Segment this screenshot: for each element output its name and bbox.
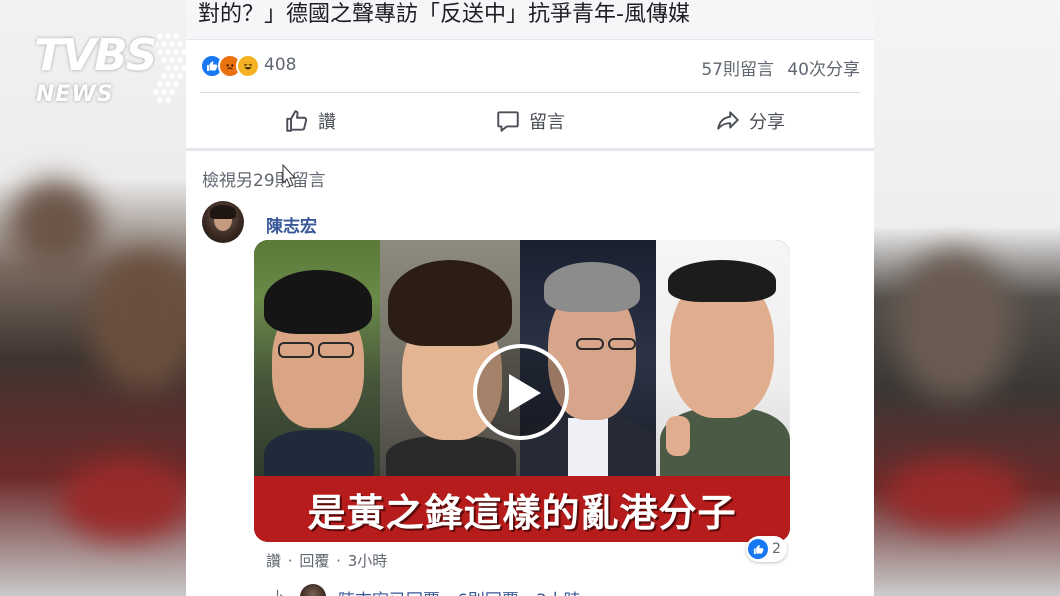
haha-reaction-icon[interactable] (236, 54, 260, 78)
blurred-face (90, 250, 186, 390)
like-icon (748, 539, 768, 559)
blurred-face (10, 180, 100, 270)
post-action-bar: 讚 留言 分享 (200, 94, 860, 148)
facebook-post: 對的？」德國之聲專訪「反送中」抗爭青年-風傳媒 408 57則留言 40次分享 … (186, 0, 874, 596)
view-more-comments-link[interactable]: 檢視另29則留言 (202, 166, 326, 191)
comment-reply-link[interactable]: 回覆 (299, 552, 329, 570)
right-video-background (874, 0, 1060, 596)
mouse-cursor-icon (282, 164, 296, 187)
comment-like-badge[interactable]: 2 (746, 536, 787, 562)
like-button-label: 讚 (318, 112, 336, 133)
play-button[interactable] (473, 344, 569, 440)
video-caption-banner: 是黃之鋒這樣的亂港分子 (254, 476, 790, 542)
share-button-label: 分享 (749, 112, 785, 133)
meta-separator: · (287, 552, 293, 570)
link-preview-title: 對的？」德國之聲專訪「反送中」抗爭青年-風傳媒 (198, 2, 690, 27)
logo-subtitle: NEWS (36, 82, 114, 107)
comment-like-count: 2 (772, 541, 781, 557)
share-arrow-icon (717, 111, 739, 130)
commenter-name[interactable]: 陳志宏 (266, 212, 317, 237)
comments-count[interactable]: 57則留言 (701, 60, 774, 80)
tvbs-logo: TVBS NEWS (32, 30, 188, 110)
video-frame-person-1 (254, 240, 380, 476)
replies-preview-row[interactable]: ↳ 陳志宏已回覆．6則回覆．3小時 (270, 582, 870, 596)
blurred-caption (884, 460, 1024, 530)
comment-bubble-icon (497, 111, 519, 132)
reply-arrow-icon: ↳ (274, 588, 286, 596)
post-stats-row: 408 57則留言 40次分享 (200, 48, 860, 86)
blurred-caption (60, 460, 186, 540)
comment-button[interactable]: 留言 (420, 94, 640, 148)
divider (200, 92, 860, 93)
video-frame-person-4 (656, 240, 790, 476)
comment-video-attachment[interactable]: 是黃之鋒這樣的亂港分子 (254, 240, 790, 542)
comment-timestamp[interactable]: 3小時 (348, 552, 388, 570)
section-separator (186, 148, 874, 151)
like-button[interactable]: 讚 (200, 94, 420, 148)
comment-meta: 讚 · 回覆 · 3小時 (266, 550, 389, 571)
play-icon (509, 374, 541, 412)
blurred-face (894, 250, 1014, 400)
comment-button-label: 留言 (529, 112, 565, 133)
engagement-counts: 57則留言 40次分享 (693, 55, 860, 80)
avatar-hair (210, 205, 236, 219)
replies-preview-text: 陳志宏已回覆．6則回覆．3小時 (338, 586, 581, 596)
share-button[interactable]: 分享 (640, 94, 860, 148)
meta-separator: · (336, 552, 341, 570)
shares-count[interactable]: 40次分享 (787, 60, 860, 80)
logo-wordmark: TVBS (34, 30, 157, 81)
link-preview-title-bar[interactable]: 對的？」德國之聲專訪「反送中」抗爭青年-風傳媒 (186, 0, 874, 40)
comment-like-link[interactable]: 讚 (266, 552, 281, 570)
reaction-count[interactable]: 408 (264, 55, 296, 75)
video-caption-text: 是黃之鋒這樣的亂港分子 (307, 490, 737, 535)
thumbs-up-icon (286, 110, 308, 132)
reply-avatar (300, 584, 326, 596)
commenter-avatar[interactable] (202, 201, 244, 243)
